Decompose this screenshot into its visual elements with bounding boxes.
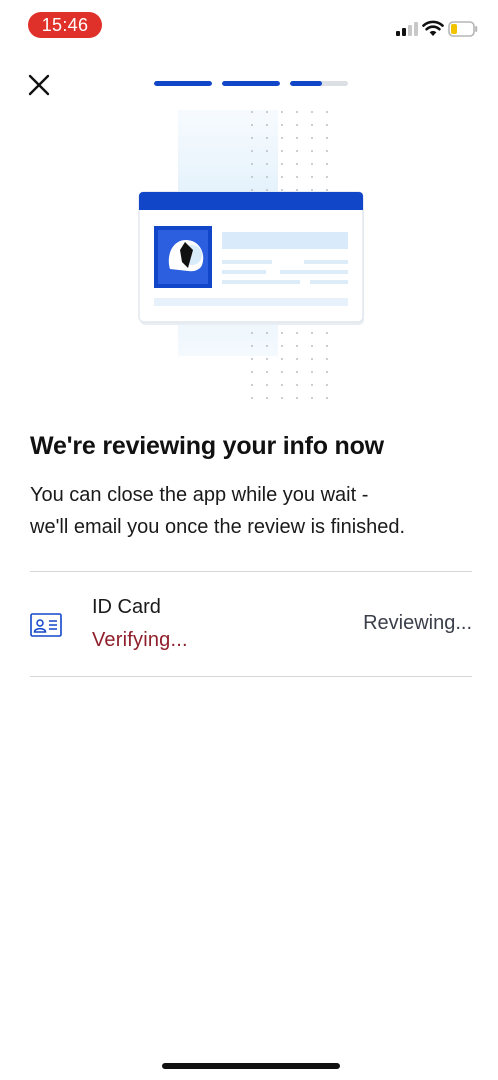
progress-step-1 bbox=[154, 81, 212, 86]
status-time[interactable]: 15:46 bbox=[28, 12, 102, 38]
page-title: We're reviewing your info now bbox=[30, 432, 384, 460]
wifi-icon bbox=[422, 20, 444, 36]
cellular-signal-icon bbox=[396, 22, 418, 36]
page-description: You can close the app while you wait - w… bbox=[30, 479, 480, 543]
document-substatus: Verifying... bbox=[92, 629, 188, 651]
id-card-illustration-icon bbox=[138, 110, 364, 400]
id-card-icon bbox=[30, 613, 62, 637]
document-row-id-card[interactable]: ID Card Verifying... Reviewing... bbox=[30, 572, 472, 676]
status-bar: 15:46 bbox=[0, 0, 498, 50]
description-line-2: we'll email you once the review is finis… bbox=[30, 516, 406, 538]
divider bbox=[30, 676, 472, 677]
home-indicator[interactable] bbox=[162, 1063, 340, 1069]
document-name: ID Card bbox=[92, 596, 161, 618]
progress-step-3 bbox=[290, 81, 348, 86]
description-line-1: You can close the app while you wait - bbox=[30, 484, 369, 506]
document-status: Reviewing... bbox=[363, 612, 472, 634]
battery-low-icon bbox=[448, 21, 478, 37]
screen: 15:46 We're reviewing your info now You … bbox=[0, 0, 498, 1080]
close-button[interactable] bbox=[26, 72, 52, 98]
close-icon bbox=[28, 74, 50, 96]
step-progress-indicator bbox=[154, 81, 348, 87]
progress-step-2 bbox=[222, 81, 280, 86]
